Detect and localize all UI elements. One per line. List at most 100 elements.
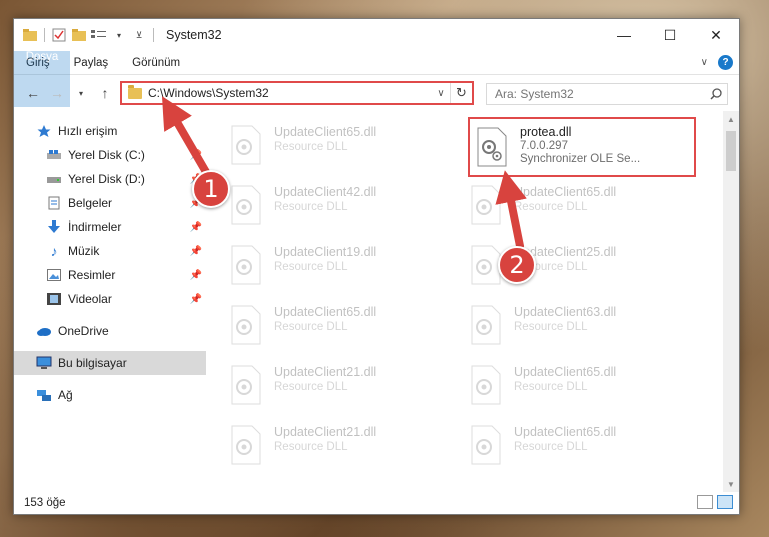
sidebar-item-this-pc[interactable]: Bu bilgisayar <box>14 351 206 375</box>
sidebar-item-label: Yerel Disk (C:) <box>68 148 145 162</box>
sidebar-item-label: Hızlı erişim <box>58 124 118 138</box>
computer-icon <box>36 355 52 371</box>
view-toggle <box>697 495 733 509</box>
list-item[interactable]: UpdateClient19.dll Resource DLL <box>228 241 456 297</box>
videos-icon <box>46 291 62 307</box>
dll-file-icon <box>231 425 261 465</box>
navigation-buttons: ← → ▾ ↑ <box>14 84 120 102</box>
dll-file-icon <box>231 365 261 405</box>
minimize-button[interactable]: — <box>601 19 647 51</box>
properties-icon[interactable] <box>51 27 67 43</box>
file-type: Resource DLL <box>514 321 588 333</box>
sidebar-item-label: İndirmeler <box>68 220 122 234</box>
sidebar-item-downloads[interactable]: İndirmeler 📌 <box>14 215 206 239</box>
quick-access-toolbar: ▾ ⊻ <box>14 27 156 43</box>
tab-share[interactable]: Paylaş <box>62 51 121 74</box>
pin-icon: 📌 <box>189 293 202 305</box>
list-item[interactable]: UpdateClient65.dll Resource DLL <box>468 421 696 477</box>
dll-file-icon <box>471 365 501 405</box>
dll-file-icon <box>231 305 261 345</box>
address-row: ← → ▾ ↑ C:\Windows\System32 ∨ ↻ <box>14 75 739 111</box>
back-arrow-icon[interactable]: ← <box>24 84 42 102</box>
item-count: 153 öğe <box>24 497 66 509</box>
sidebar-item-label: OneDrive <box>58 324 109 338</box>
chevron-down-icon[interactable]: ▾ <box>111 27 127 43</box>
search-box[interactable] <box>486 83 728 105</box>
step-badge-1: 1 <box>192 170 230 208</box>
forward-arrow-icon[interactable]: → <box>48 84 66 102</box>
sidebar-item-quick-access[interactable]: Hızlı erişim <box>14 119 206 143</box>
sidebar-item-network[interactable]: Ağ <box>14 383 206 407</box>
close-button[interactable]: ✕ <box>693 19 739 51</box>
address-bar[interactable]: C:\Windows\System32 ∨ ↻ <box>120 81 474 105</box>
file-name: UpdateClient65.dll <box>514 425 617 439</box>
dll-file-icon <box>231 125 261 165</box>
up-arrow-icon[interactable]: ↑ <box>96 84 114 102</box>
file-type: Resource DLL <box>274 321 348 333</box>
file-type: Resource DLL <box>514 381 588 393</box>
pictures-icon <box>46 267 62 283</box>
help-icon[interactable]: ? <box>718 55 733 70</box>
dll-file-icon <box>477 127 507 167</box>
scroll-up-icon[interactable]: ▲ <box>723 111 739 127</box>
list-item[interactable]: UpdateClient65.dll Resource DLL <box>468 181 696 237</box>
folder-icon <box>128 84 142 99</box>
file-name: UpdateClient63.dll <box>514 305 617 319</box>
list-item[interactable]: UpdateClient65.dll Resource DLL <box>228 301 456 357</box>
large-icons-view-icon[interactable] <box>717 495 733 509</box>
list-item[interactable]: UpdateClient21.dll Resource DLL <box>228 421 456 477</box>
list-item[interactable]: UpdateClient65.dll Resource DLL <box>468 361 696 417</box>
new-folder-icon[interactable] <box>71 27 87 43</box>
content-area: Hızlı erişim Yerel Disk (C:) 📌 Yerel Dis… <box>14 111 739 492</box>
sidebar-item-pictures[interactable]: Resimler 📌 <box>14 263 206 287</box>
sidebar-item-documents[interactable]: Belgeler 📌 <box>14 191 206 215</box>
sidebar-item-label: Bu bilgisayar <box>58 356 127 370</box>
view-options-icon[interactable] <box>91 27 107 43</box>
tab-view[interactable]: Görünüm <box>120 51 192 74</box>
details-view-icon[interactable] <box>697 495 713 509</box>
recent-locations-icon[interactable]: ▾ <box>72 84 90 102</box>
address-path[interactable]: C:\Windows\System32 <box>148 86 432 100</box>
highlighted-file-protea[interactable]: protea.dll 7.0.0.297 Synchronizer OLE Se… <box>468 117 696 177</box>
list-item[interactable]: UpdateClient63.dll Resource DLL <box>468 301 696 357</box>
sidebar-item-videos[interactable]: Videolar 📌 <box>14 287 206 311</box>
search-icon[interactable] <box>705 88 727 100</box>
file-name: UpdateClient21.dll <box>274 425 377 439</box>
title-bar: ▾ ⊻ System32 — ☐ ✕ <box>14 19 739 51</box>
expand-ribbon-icon[interactable]: ∨ <box>701 57 708 68</box>
ribbon-tabs: Dosya Giriş Paylaş Görünüm ∨ ? <box>14 51 739 107</box>
pin-icon: 📌 <box>189 221 202 233</box>
scroll-thumb[interactable] <box>726 131 736 171</box>
list-item[interactable]: UpdateClient42.dll Resource DLL <box>228 181 456 237</box>
status-bar: 153 öğe <box>14 492 739 514</box>
customize-toolbar-icon[interactable]: ⊻ <box>131 27 147 43</box>
file-type: Resource DLL <box>514 201 588 213</box>
music-icon: ♪ <box>50 243 58 259</box>
refresh-icon[interactable]: ↻ <box>450 83 472 103</box>
file-name: UpdateClient19.dll <box>274 245 377 259</box>
pin-icon: 📌 <box>189 149 202 161</box>
network-icon <box>36 387 52 403</box>
dll-file-icon <box>471 425 501 465</box>
sidebar-item-drive-c[interactable]: Yerel Disk (C:) 📌 <box>14 143 206 167</box>
dll-file-icon <box>471 185 501 225</box>
sidebar-item-drive-d[interactable]: Yerel Disk (D:) 📌 <box>14 167 206 191</box>
downloads-icon <box>46 219 62 235</box>
search-input[interactable] <box>495 87 705 101</box>
vertical-scrollbar[interactable]: ▲ ▼ <box>723 111 739 492</box>
separator <box>44 28 45 42</box>
file-type: Resource DLL <box>274 201 348 213</box>
pin-icon: 📌 <box>189 245 202 257</box>
list-item[interactable]: UpdateClient65.dll Resource DLL <box>228 121 456 177</box>
maximize-button[interactable]: ☐ <box>647 19 693 51</box>
file-name: UpdateClient42.dll <box>274 185 377 199</box>
scroll-down-icon[interactable]: ▼ <box>723 476 739 492</box>
sidebar-item-label: Ağ <box>58 388 73 402</box>
sidebar-item-music[interactable]: ♪ Müzik 📌 <box>14 239 206 263</box>
sidebar-item-onedrive[interactable]: OneDrive <box>14 319 206 343</box>
chevron-down-icon[interactable]: ∨ <box>432 88 450 99</box>
list-item[interactable]: UpdateClient21.dll Resource DLL <box>228 361 456 417</box>
file-name: UpdateClient65.dll <box>514 365 617 379</box>
